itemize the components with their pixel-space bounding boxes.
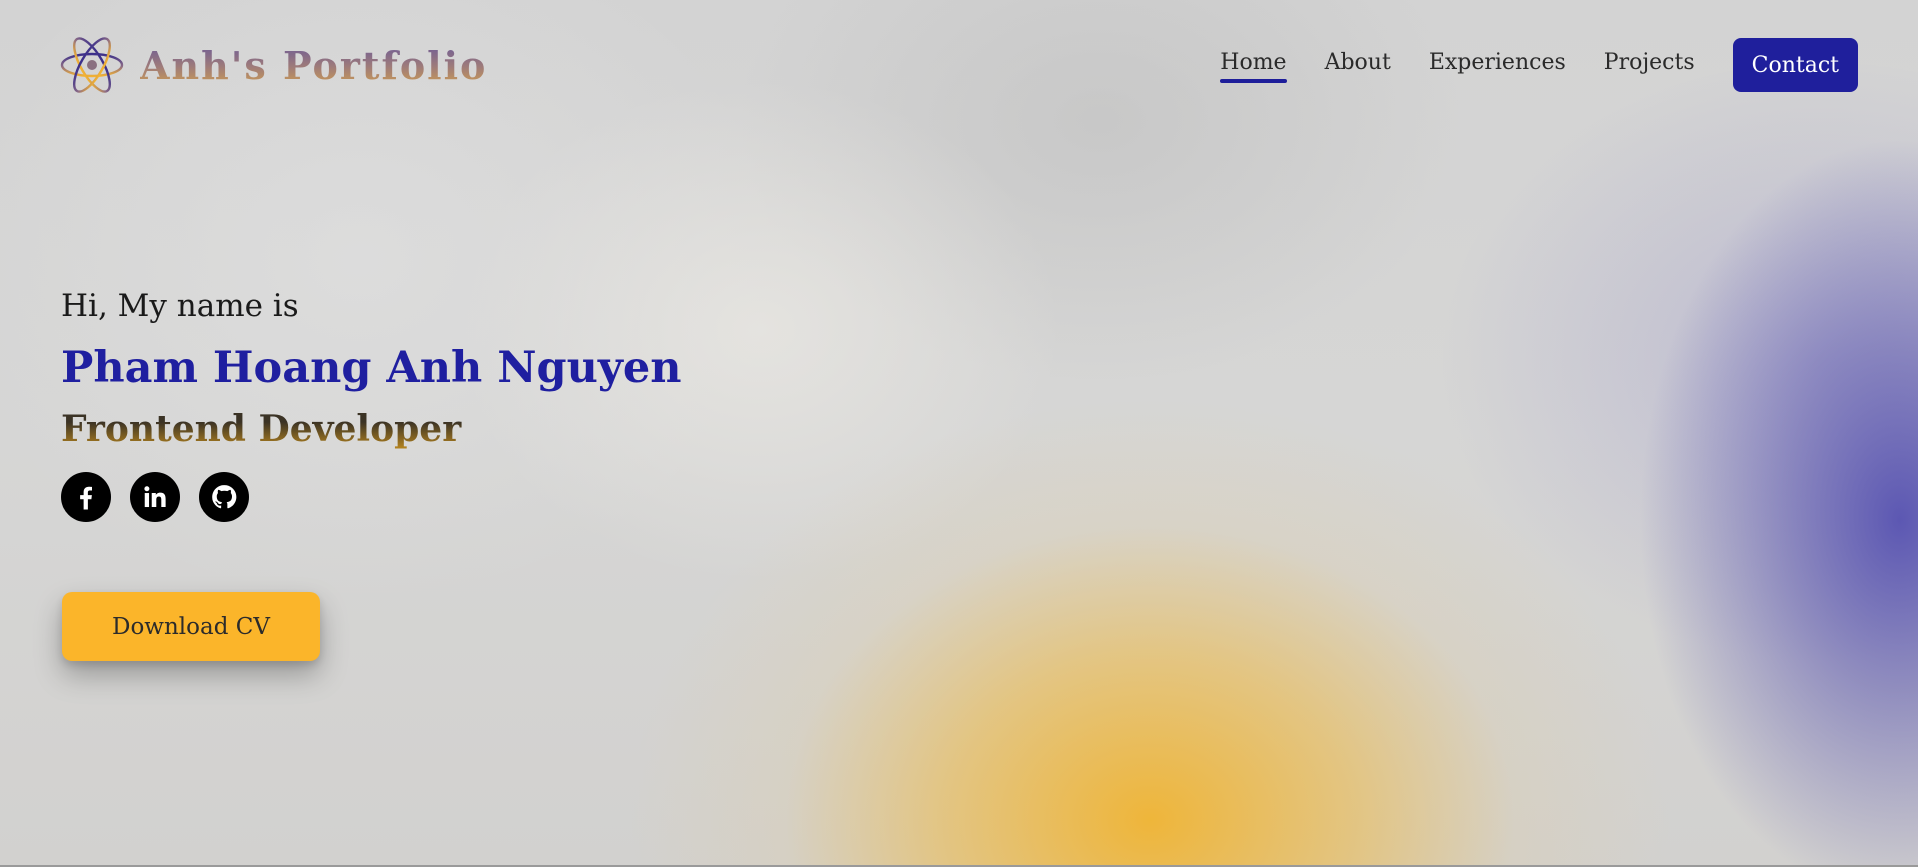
logo[interactable]: Anh's Portfolio bbox=[60, 36, 487, 94]
atom-icon bbox=[60, 37, 124, 93]
facebook-link[interactable] bbox=[61, 472, 111, 522]
logo-text: Anh's Portfolio bbox=[140, 42, 488, 88]
nav-home[interactable]: Home bbox=[1220, 50, 1287, 83]
nav-about[interactable]: About bbox=[1325, 50, 1391, 81]
hero-greeting: Hi, My name is bbox=[61, 288, 299, 324]
hero-name: Pham Hoang Anh Nguyen bbox=[61, 343, 682, 393]
download-cv-button[interactable]: Download CV bbox=[62, 592, 320, 661]
nav-experiences[interactable]: Experiences bbox=[1429, 50, 1566, 81]
contact-button[interactable]: Contact bbox=[1732, 38, 1858, 92]
hero-section: Hi, My name is Pham Hoang Anh Nguyen Fro… bbox=[61, 286, 682, 522]
nav-projects[interactable]: Projects bbox=[1604, 50, 1695, 81]
hero-role: Frontend Developer bbox=[61, 406, 682, 452]
github-link[interactable] bbox=[199, 472, 249, 522]
github-icon bbox=[212, 485, 237, 509]
social-links bbox=[61, 472, 682, 522]
facebook-icon bbox=[80, 486, 92, 510]
main-nav: Home About Experiences Projects Contact bbox=[1220, 38, 1858, 92]
linkedin-link[interactable] bbox=[130, 472, 180, 522]
linkedin-icon bbox=[144, 486, 166, 508]
portfolio-page: Anh's Portfolio Home About Experiences P… bbox=[0, 0, 1918, 867]
